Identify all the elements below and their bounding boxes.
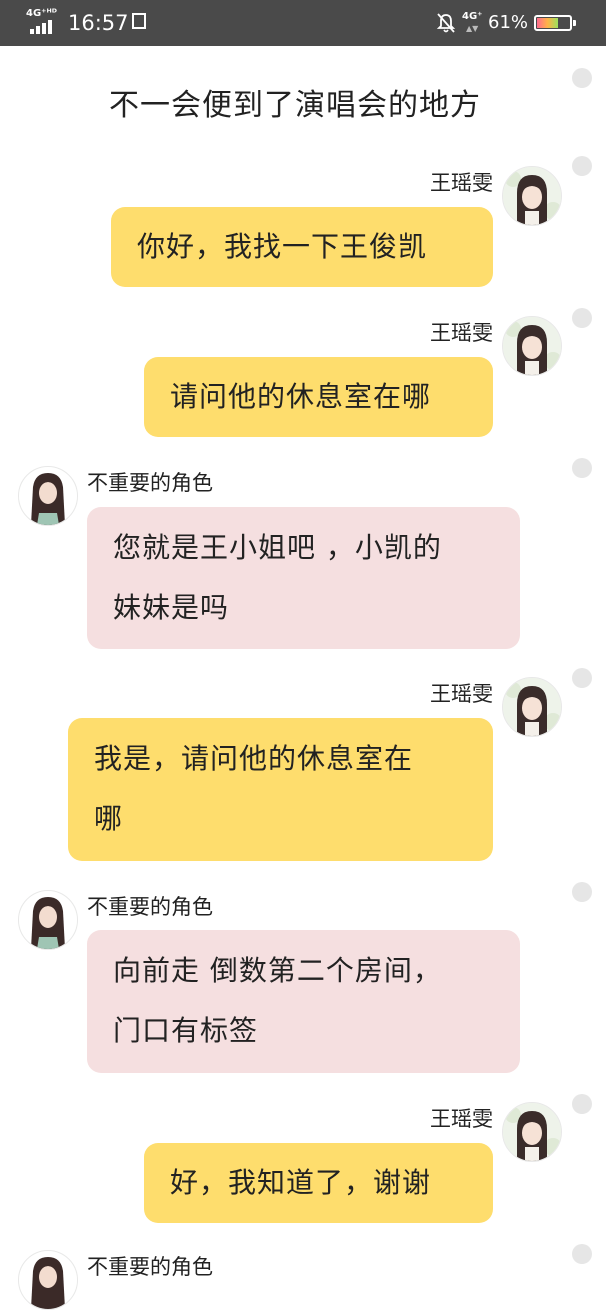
sender-name: 不重要的角色	[87, 895, 213, 919]
narration-text: 不一会便到了演唱会的地方	[109, 88, 481, 123]
message-text: 你好，我找一下王俊凯	[137, 230, 428, 263]
avatar[interactable]	[502, 316, 562, 376]
battery-percent: 61%	[488, 12, 529, 33]
avatar[interactable]	[502, 677, 562, 737]
data-arrows-icon: ▲▼	[466, 24, 479, 33]
message-bubble[interactable]: 你好，我找一下王俊凯	[111, 207, 493, 287]
message-text: 好，我知道了，谢谢	[170, 1166, 432, 1199]
avatar[interactable]	[502, 166, 562, 226]
message-text: 我是，请问他的休息室在	[94, 742, 414, 775]
status-bar: 4G⁺ᴴᴰ 16:57 4G⁺ ▲▼ 61%	[0, 0, 606, 46]
battery-tip	[573, 20, 576, 26]
message-bubble[interactable]: 我是，请问他的休息室在 哪	[68, 718, 493, 861]
status-time: 16:57	[68, 11, 129, 35]
message-text: 您就是王小姐吧 ，小凯的	[113, 531, 442, 564]
message-bubble[interactable]: 请问他的休息室在哪	[144, 357, 493, 437]
sender-name: 不重要的角色	[87, 1255, 213, 1279]
avatar[interactable]	[18, 1250, 78, 1310]
select-dot[interactable]	[572, 882, 592, 902]
bell-muted-icon	[436, 13, 456, 33]
select-dot[interactable]	[572, 1094, 592, 1114]
signal-icon	[30, 20, 56, 34]
select-dot[interactable]	[572, 1244, 592, 1264]
sender-name: 不重要的角色	[87, 471, 213, 495]
message-bubble[interactable]: 好，我知道了，谢谢	[144, 1143, 493, 1223]
avatar[interactable]	[18, 890, 78, 950]
select-dot[interactable]	[572, 458, 592, 478]
battery-icon	[534, 15, 572, 31]
message-text: 请问他的休息室在哪	[170, 380, 432, 413]
message-bubble[interactable]: 您就是王小姐吧 ，小凯的 妹妹是吗	[87, 507, 520, 649]
app-notification-icon	[132, 13, 146, 29]
sender-name: 王瑶雯	[430, 171, 493, 195]
message-bubble[interactable]: 向前走 倒数第二个房间， 门口有标签	[87, 930, 520, 1073]
network-type-left: 4G⁺ᴴᴰ	[26, 8, 57, 19]
select-dot[interactable]	[572, 308, 592, 328]
message-text: 门口有标签	[113, 1014, 259, 1047]
select-dot[interactable]	[572, 68, 592, 88]
sender-name: 王瑶雯	[430, 321, 493, 345]
select-dot[interactable]	[572, 156, 592, 176]
avatar[interactable]	[502, 1102, 562, 1162]
avatar[interactable]	[18, 466, 78, 526]
message-text: 妹妹是吗	[113, 591, 230, 624]
select-dot[interactable]	[572, 668, 592, 688]
network-type-right: 4G⁺	[462, 11, 483, 22]
sender-name: 王瑶雯	[430, 1107, 493, 1131]
message-text: 向前走 倒数第二个房间，	[113, 954, 442, 987]
message-text: 哪	[94, 802, 124, 835]
sender-name: 王瑶雯	[430, 682, 493, 706]
